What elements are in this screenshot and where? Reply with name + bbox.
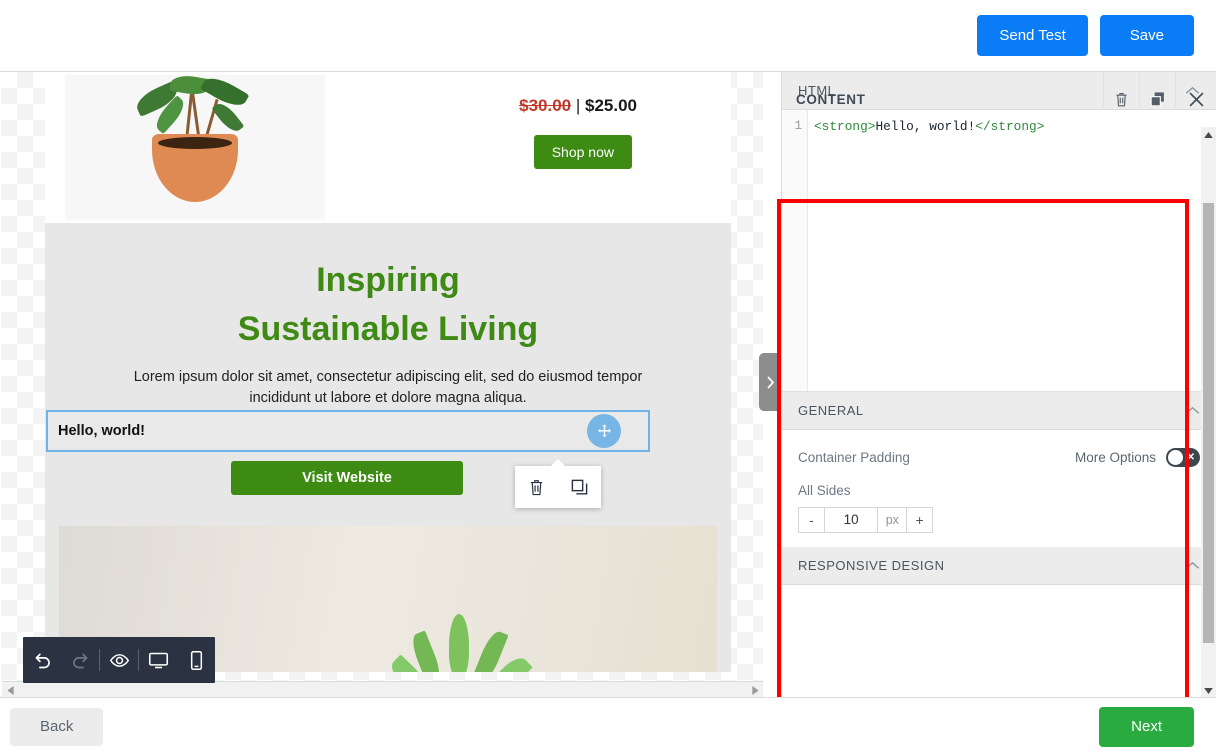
chevron-right-icon (765, 375, 776, 390)
price-row: $30.00 | $25.00 (519, 96, 637, 116)
redo-button[interactable] (61, 637, 99, 683)
back-button[interactable]: Back (10, 708, 103, 746)
succulent-plant (399, 596, 519, 672)
product-block[interactable]: $30.00 | $25.00 Shop now (45, 72, 731, 223)
price-separator: | (576, 96, 580, 115)
email-canvas-viewport[interactable]: $30.00 | $25.00 Shop now Inspiring Susta… (1, 72, 763, 698)
send-test-button[interactable]: Send Test (977, 15, 1087, 56)
chevron-up-icon (1185, 406, 1200, 415)
toggle-x-icon: ✕ (1187, 451, 1195, 464)
duplicate-icon (1149, 91, 1166, 108)
code-line-1[interactable]: <strong>Hello, world!</strong> (808, 110, 1216, 391)
block-drag-handle[interactable] (587, 414, 621, 448)
desktop-view-button[interactable] (139, 637, 177, 683)
canvas-editor-toolbar (23, 637, 215, 683)
selected-block-text: Hello, world! (58, 423, 145, 439)
padding-value-input[interactable]: 10 (825, 507, 879, 533)
headline[interactable]: Inspiring Sustainable Living (45, 256, 731, 354)
section-header-general[interactable]: GENERAL (782, 392, 1216, 430)
body-paragraph[interactable]: Lorem ipsum dolor sit amet, consectetur … (105, 367, 671, 409)
code-text: Hello, world! (875, 119, 975, 134)
move-icon (596, 423, 613, 440)
product-info: $30.00 | $25.00 Shop now (325, 72, 731, 223)
panel-title: CONTENT (796, 92, 865, 107)
content-settings-panel: CONTENT (781, 72, 1216, 698)
code-close-tag: </strong> (975, 119, 1044, 134)
all-sides-label: All Sides (798, 483, 1200, 498)
padding-increment-button[interactable]: + (906, 507, 933, 533)
padding-decrement-button[interactable]: - (798, 507, 825, 533)
bottom-navigation-bar: Back Next (0, 699, 1216, 754)
undo-button[interactable] (23, 637, 61, 683)
redo-icon (70, 650, 91, 671)
section-label-responsive: RESPONSIVE DESIGN (798, 558, 944, 573)
panel-collapse-handle[interactable] (759, 353, 781, 411)
section-label-general: GENERAL (798, 403, 864, 418)
mobile-icon (189, 650, 204, 671)
visit-website-button[interactable]: Visit Website (231, 461, 463, 495)
section-chevron-general (1185, 406, 1200, 415)
general-section-body: Container Padding More Options ✕ All Sid… (782, 430, 1216, 547)
more-options-group: More Options ✕ (1075, 448, 1200, 467)
eye-icon (109, 650, 130, 671)
container-padding-row: Container Padding More Options ✕ (798, 448, 1200, 467)
canvas-horizontal-scrollbar[interactable] (2, 681, 763, 698)
block-floating-toolbar (515, 466, 601, 508)
more-options-toggle[interactable]: ✕ (1166, 448, 1200, 467)
headline-line-1: Inspiring (45, 256, 731, 305)
more-options-label: More Options (1075, 450, 1156, 465)
duplicate-icon[interactable] (570, 478, 589, 497)
section-chevron-responsive (1185, 561, 1200, 570)
close-icon (1188, 91, 1205, 108)
top-toolbar: Send Test Save (0, 0, 1216, 72)
caret-right-icon (752, 686, 759, 695)
email-template: $30.00 | $25.00 Shop now Inspiring Susta… (45, 72, 731, 672)
product-image (65, 75, 325, 220)
preview-button[interactable] (100, 637, 138, 683)
save-button[interactable]: Save (1100, 15, 1194, 56)
toggle-knob (1168, 450, 1183, 465)
padding-unit-label: px (878, 507, 906, 533)
code-open-tag: <strong> (814, 119, 875, 134)
email-builder-app: Send Test Save (0, 0, 1216, 754)
caret-down-icon (1204, 688, 1213, 694)
scroll-left-button[interactable] (2, 682, 19, 698)
panel-scroll-thumb[interactable] (1203, 203, 1214, 643)
next-button[interactable]: Next (1099, 707, 1194, 747)
scroll-right-button[interactable] (747, 682, 763, 698)
work-area: $30.00 | $25.00 Shop now Inspiring Susta… (0, 72, 1216, 698)
panel-scrollbar[interactable] (1201, 127, 1216, 698)
shop-now-button[interactable]: Shop now (534, 135, 632, 169)
mobile-view-button[interactable] (177, 637, 215, 683)
section-header-responsive[interactable]: RESPONSIVE DESIGN (782, 547, 1216, 585)
trash-icon[interactable] (528, 478, 545, 497)
headline-line-2: Sustainable Living (45, 305, 731, 354)
sale-price: $25.00 (585, 96, 637, 115)
original-price: $30.00 (519, 96, 571, 115)
caret-up-icon (1204, 132, 1213, 138)
selected-html-block[interactable]: Hello, world! (46, 410, 650, 452)
caret-left-icon (7, 686, 14, 695)
desktop-icon (147, 650, 170, 671)
chevron-up-icon (1185, 561, 1200, 570)
padding-stepper: - 10 px + (798, 507, 933, 533)
undo-icon (32, 650, 53, 671)
panel-scroll-up-button[interactable] (1201, 127, 1216, 142)
panel-scroll-down-button[interactable] (1201, 683, 1216, 698)
code-gutter: 1 (782, 110, 808, 391)
html-code-editor[interactable]: 1 <strong>Hello, world!</strong> (782, 110, 1216, 392)
flower-pot (152, 134, 238, 202)
trash-icon (1114, 91, 1129, 108)
container-padding-label: Container Padding (798, 450, 910, 465)
